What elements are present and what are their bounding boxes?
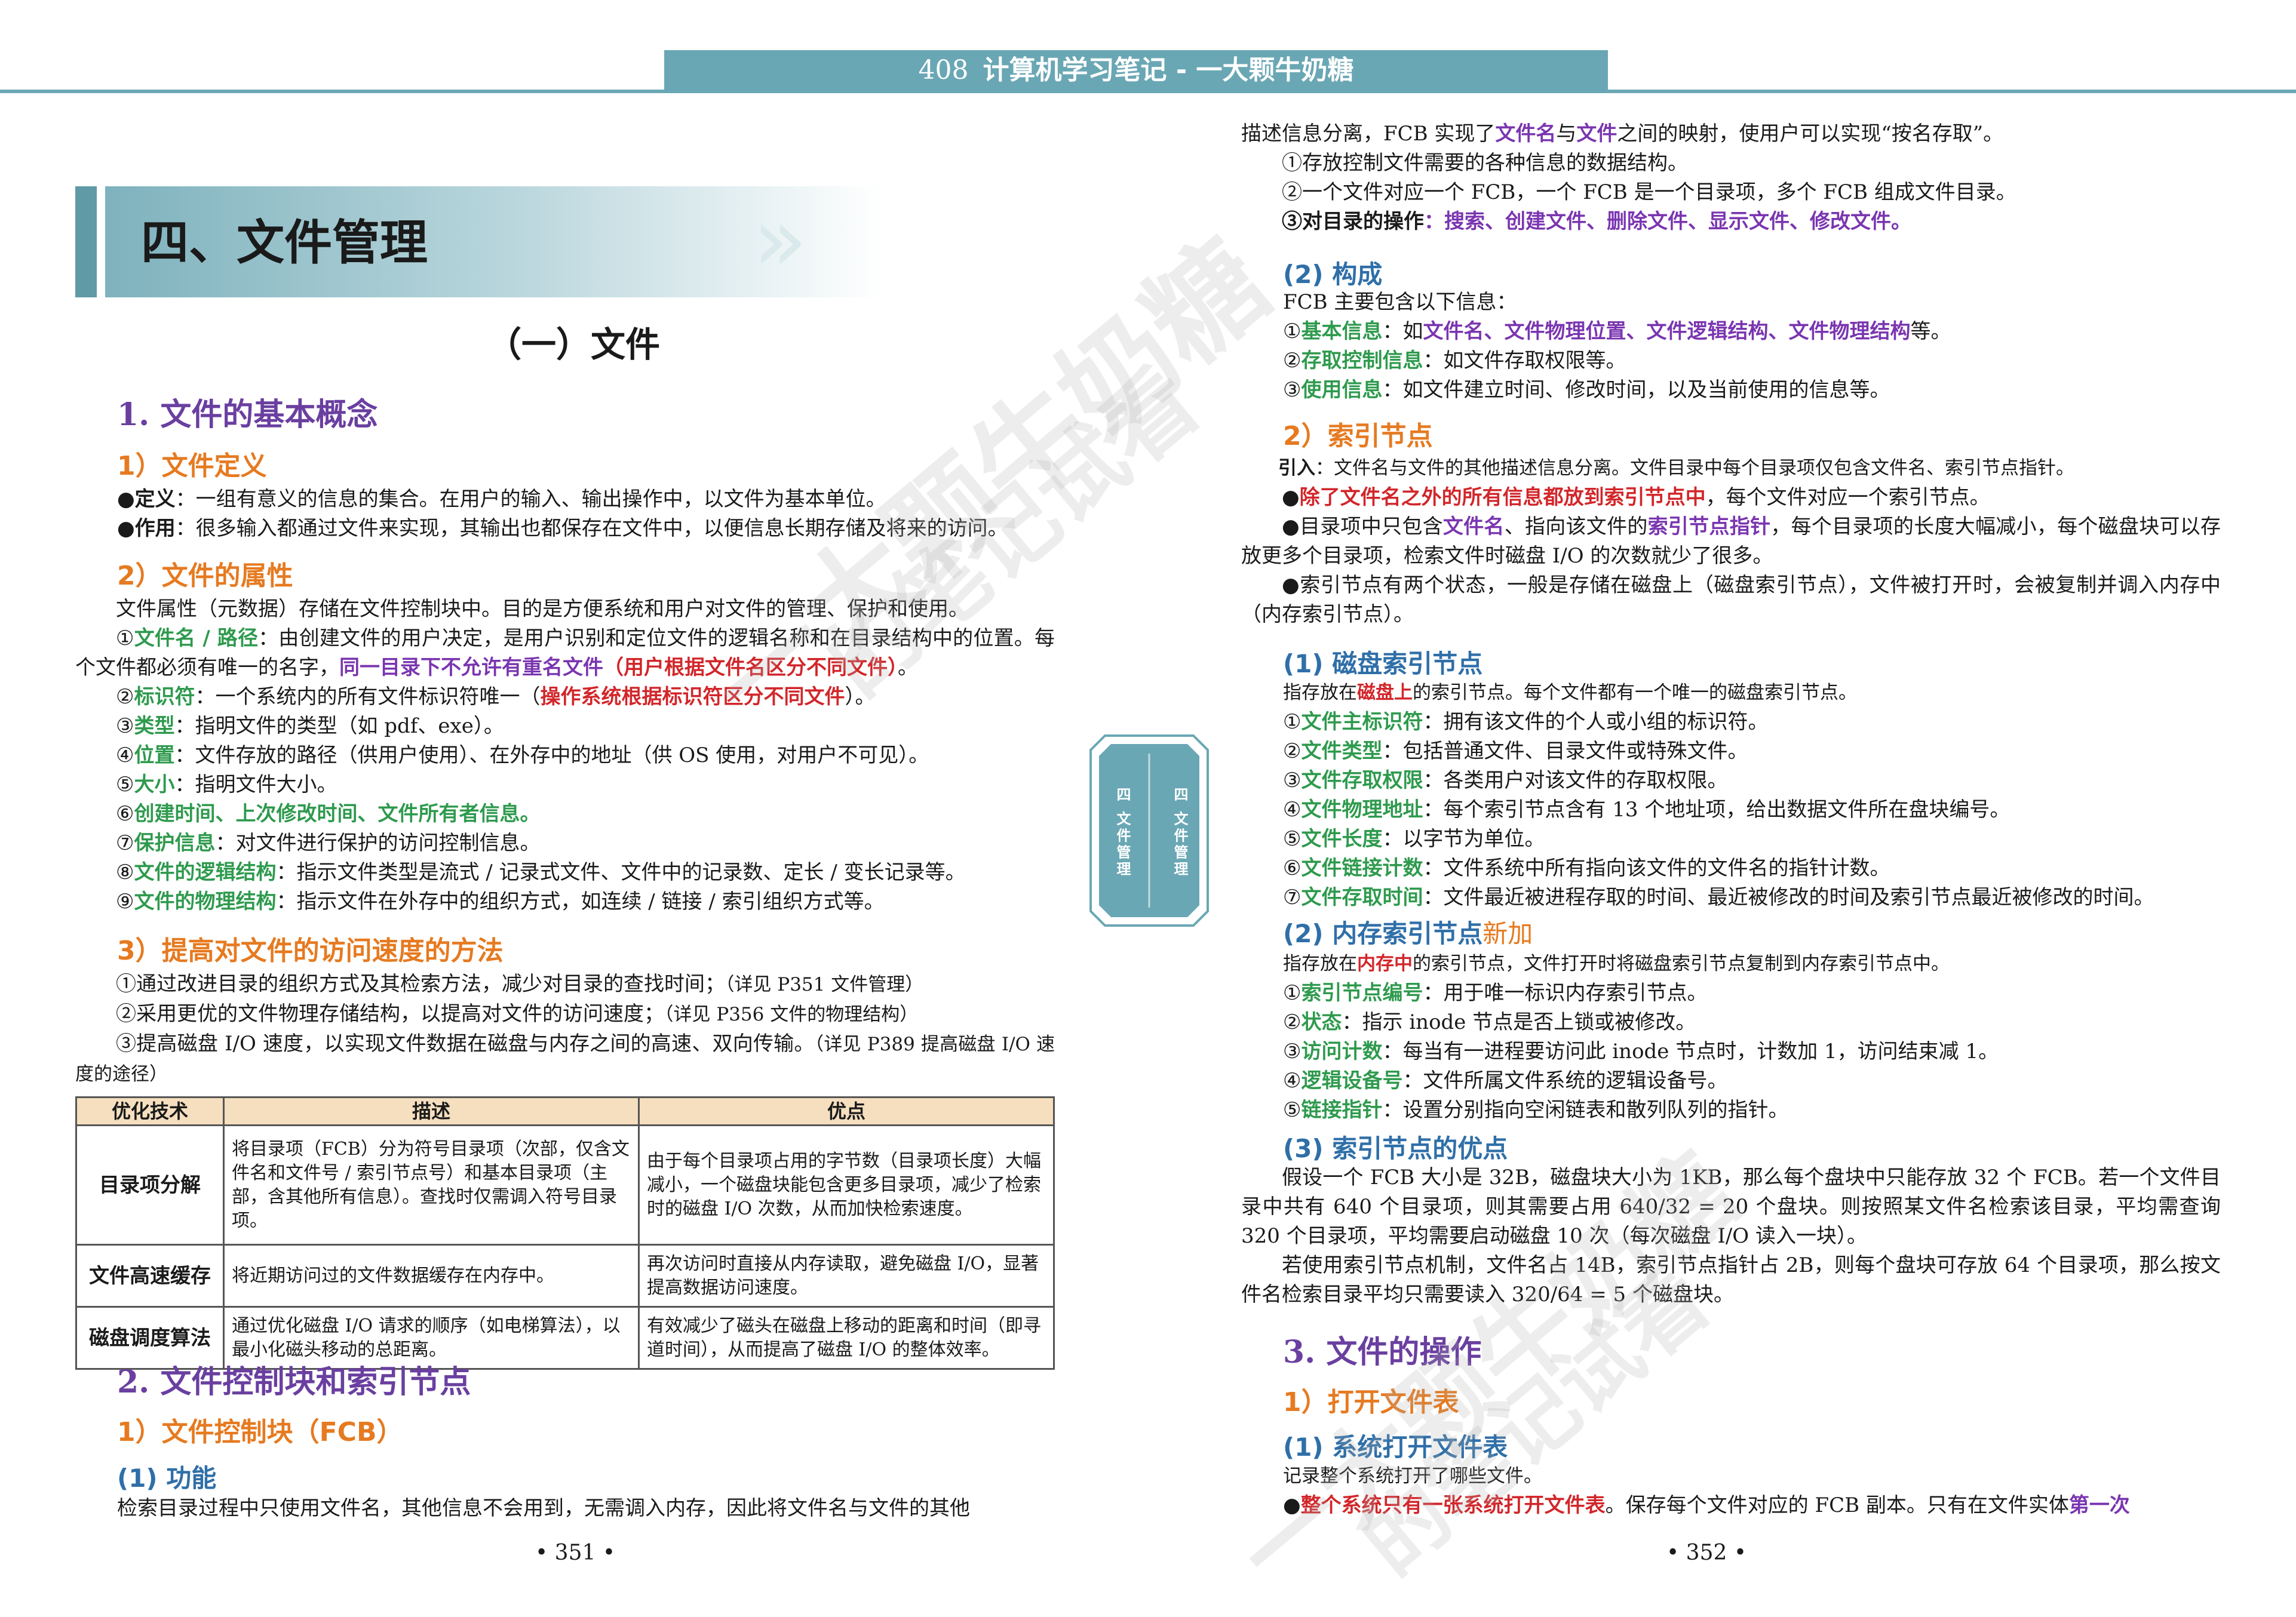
table-cell: 目录项分解 [75, 1124, 225, 1246]
page-number-right: • 352 • [1666, 1541, 1747, 1565]
heading-function: (1) 功能 [117, 1464, 217, 1493]
composition-list: FCB 主要包含以下信息： ①基本信息：如文件名、文件物理位置、文件逻辑结构、文… [1283, 288, 2221, 405]
inode-intro: 引入：文件名与文件的其他描述信息分离。文件目录中每个目录项仅包含文件名、索引节点… [1241, 454, 2221, 629]
chapter-side-tab [1089, 734, 1209, 927]
section-title: （一）文件 [486, 324, 660, 365]
memory-inode-intro: 指存放在内存中的索引节点，文件打开时将磁盘索引节点复制到内存索引节点中。 [1283, 953, 1950, 974]
attr-item: ⑨文件的物理结构：指示文件在外存中的组织方式，如连续 / 链接 / 索引组织方式… [116, 890, 885, 914]
header-title: 计算机学习笔记 - 一大颗牛奶糖 [983, 55, 1354, 85]
attr-item: ⑦保护信息：对文件进行保护的访问控制信息。 [116, 831, 541, 855]
table-cell: 由于每个目录项占用的字节数（目录项长度）大幅减小，一个磁盘块能包含更多目录项，减… [638, 1124, 1055, 1246]
disk-inode-item: ②文件类型：包括普通文件、目录文件或特殊文件。 [1283, 739, 1748, 763]
table-row: 目录项分解 将目录项（FCB）分为符号目录项（次部，仅含文件名和文件号 / 索引… [75, 1124, 1055, 1246]
heading-file-attributes: 2）文件的属性 [117, 561, 293, 591]
heading-file-definition: 1）文件定义 [117, 451, 267, 481]
speed-item: ②采用更优的文件物理存储结构，以提高对文件的访问速度；（详见 P356 文件的物… [116, 1002, 919, 1026]
disk-inode-item: ⑦文件存取时间：文件最近被进程存取的时间、最近被修改的时间及索引节点最近被修改的… [1283, 886, 2154, 909]
composition-item: ①基本信息：如文件名、文件物理位置、文件逻辑结构、文件物理结构等。 [1283, 319, 1951, 343]
heading-inode-advantages: (3) 索引节点的优点 [1283, 1134, 1508, 1163]
attr-item: ③类型：指明文件的类型（如 pdf、exe）。 [116, 714, 504, 738]
table-cell: 文件高速缓存 [75, 1244, 225, 1308]
attr-item: ⑤大小：指明文件大小。 [116, 773, 337, 797]
fcb-continued-text: 描述信息分离，FCB 实现了文件名与文件之间的映射，使用户可以实现“按名存取”。 [1241, 122, 2004, 146]
table-header: 描述 [223, 1096, 640, 1126]
heading-disk-inode: (1) 磁盘索引节点 [1283, 649, 1483, 678]
attr-item: ④位置：文件存放的路径（供用户使用）、在外存中的地址（供 OS 使用，对用户不可… [116, 743, 929, 767]
function-text: 检索目录过程中只使用文件名，其他信息不会用到，无需调入内存，因此将文件名与文件的… [117, 1496, 970, 1520]
heading-fcb-inode: 2. 文件控制块和索引节点 [117, 1364, 471, 1400]
speed-item: ③提高磁盘 I/O 速度，以实现文件数据在磁盘与内存之间的高速、双向传输。（详见… [75, 1032, 1055, 1085]
page-number-left: • 351 • [535, 1541, 616, 1565]
chapter-banner-bar [75, 186, 97, 297]
disk-inode-list: 指存放在磁盘上的索引节点。每个文件都有一个唯一的磁盘索引节点。 ①文件主标识符：… [1283, 678, 2221, 912]
disk-inode-item: ①文件主标识符：拥有该文件的个人或小组的标识符。 [1283, 710, 1769, 734]
composition-item: ②存取控制信息：如文件存取权限等。 [1283, 349, 1626, 373]
heading-composition: (2) 构成 [1283, 260, 1383, 289]
attr-item: ⑥创建时间、上次修改时间、文件所有者信息。 [116, 802, 541, 826]
heading-inode: 2）索引节点 [1283, 421, 1433, 451]
inode-bullet: ●目录项中只包含文件名、指向该文件的索引节点指针，每个目录项的长度大幅减小，每个… [1241, 515, 2221, 568]
header-page-number: 408 [918, 55, 969, 85]
memory-inode-item: ③访问计数：每当有一进程要访问此 inode 节点时，计数加 1，访问结束减 1… [1283, 1040, 1999, 1063]
table-header: 优点 [638, 1096, 1055, 1126]
table-header-row: 优化技术 描述 优点 [75, 1096, 1055, 1126]
optimization-table: 优化技术 描述 优点 目录项分解 将目录项（FCB）分为符号目录项（次部，仅含文… [75, 1096, 1055, 1370]
heading-access-speed: 3）提高对文件的访问速度的方法 [117, 936, 504, 966]
fcb-item: ③对目录的操作：搜索、创建文件、删除文件、显示文件、修改文件。 [1282, 210, 1911, 233]
memory-inode-item: ②状态：指示 inode 节点是否上锁或被修改。 [1283, 1010, 1696, 1034]
speed-item: ①通过改进目录的组织方式及其检索方法，减少对目录的查找时间；（详见 P351 文… [116, 972, 924, 996]
side-tab-label: 四 文件管理 [1114, 787, 1131, 878]
inode-bullet: ●除了文件名之外的所有信息都放到索引节点中，每个文件对应一个索引节点。 [1282, 485, 1990, 509]
memory-inode-item: ④逻辑设备号：文件所属文件系统的逻辑设备号。 [1283, 1069, 1728, 1093]
fcb-function-continued: 描述信息分离，FCB 实现了文件名与文件之间的映射，使用户可以实现“按名存取”。… [1241, 119, 2221, 236]
table-cell: 将目录项（FCB）分为符号目录项（次部，仅含文件名和文件号 / 索引节点号）和基… [223, 1124, 640, 1246]
heading-basic-concepts: 1. 文件的基本概念 [117, 396, 378, 433]
table-header: 优化技术 [75, 1096, 225, 1126]
new-tag: 新加 [1482, 919, 1533, 948]
memory-inode-list: 指存放在内存中的索引节点，文件打开时将磁盘索引节点复制到内存索引节点中。 ①索引… [1283, 949, 2221, 1125]
table-cell: 再次访问时直接从内存读取，避免磁盘 I/O，显著提高数据访问速度。 [638, 1244, 1055, 1308]
disk-inode-item: ④文件物理地址：每个索引节点含有 13 个地址项，给出数据文件所在盘块编号。 [1283, 798, 2010, 822]
heading-fcb: 1）文件控制块（FCB） [117, 1417, 403, 1447]
memory-inode-item: ①索引节点编号：用于唯一标识内存索引节点。 [1283, 981, 1708, 1005]
attr-item: ⑧文件的逻辑结构：指示文件类型是流式 / 记录式文件、文件中的记录数、定长 / … [116, 860, 966, 884]
composition-item: ③使用信息：如文件建立时间、修改时间，以及当前使用的信息等。 [1283, 378, 1890, 402]
advantage-paragraph: 若使用索引节点机制，文件名占 14B，索引节点指针占 2B，则每个盘块可存放 6… [1241, 1253, 2221, 1306]
heading-memory-inode: (2) 内存索引节点新加 [1283, 919, 1533, 948]
composition-intro: FCB 主要包含以下信息： [1283, 290, 1517, 314]
table-row: 文件高速缓存 将近期访问过的文件数据缓存在内存中。 再次访问时直接从内存读取，避… [75, 1244, 1055, 1308]
memory-inode-item: ⑤链接指针：设置分别指向空闲链表和散列队列的指针。 [1283, 1098, 1789, 1122]
fcb-item: ①存放控制文件需要的各种信息的数据结构。 [1282, 151, 1688, 175]
side-tab-label: 四 文件管理 [1171, 787, 1188, 878]
inode-intro-text: 引入：文件名与文件的其他描述信息分离。文件目录中每个目录项仅包含文件名、索引节点… [1278, 457, 2074, 479]
fcb-item: ②一个文件对应一个 FCB，一个 FCB 是一个目录项，多个 FCB 组成文件目… [1282, 180, 2016, 204]
disk-inode-intro: 指存放在磁盘上的索引节点。每个文件都有一个唯一的磁盘索引节点。 [1283, 682, 1857, 703]
table-cell: 将近期访问过的文件数据缓存在内存中。 [223, 1244, 640, 1308]
disk-inode-item: ③文件存取权限：各类用户对该文件的存取权限。 [1283, 768, 1728, 792]
disk-inode-item: ⑥文件链接计数：文件系统中所有指向该文件的文件名的指针计数。 [1283, 856, 1890, 880]
inode-bullet: ●索引节点有两个状态，一般是存储在磁盘上（磁盘索引节点），文件被打开时，会被复制… [1241, 573, 2221, 626]
table-cell: 有效减少了磁头在磁盘上移动的距离和时间（即寻道时间），从而提高了磁盘 I/O 的… [638, 1306, 1055, 1370]
running-header: 408 计算机学习笔记 - 一大颗牛奶糖 [664, 50, 1608, 91]
banner-chevron-icon: » [753, 188, 808, 292]
chapter-title: 四、文件管理 [141, 214, 428, 270]
disk-inode-item: ⑤文件长度：以字节为单位。 [1283, 827, 1545, 851]
speed-list: ①通过改进目录的组织方式及其检索方法，减少对目录的查找时间；（详见 P351 文… [75, 970, 1055, 1089]
